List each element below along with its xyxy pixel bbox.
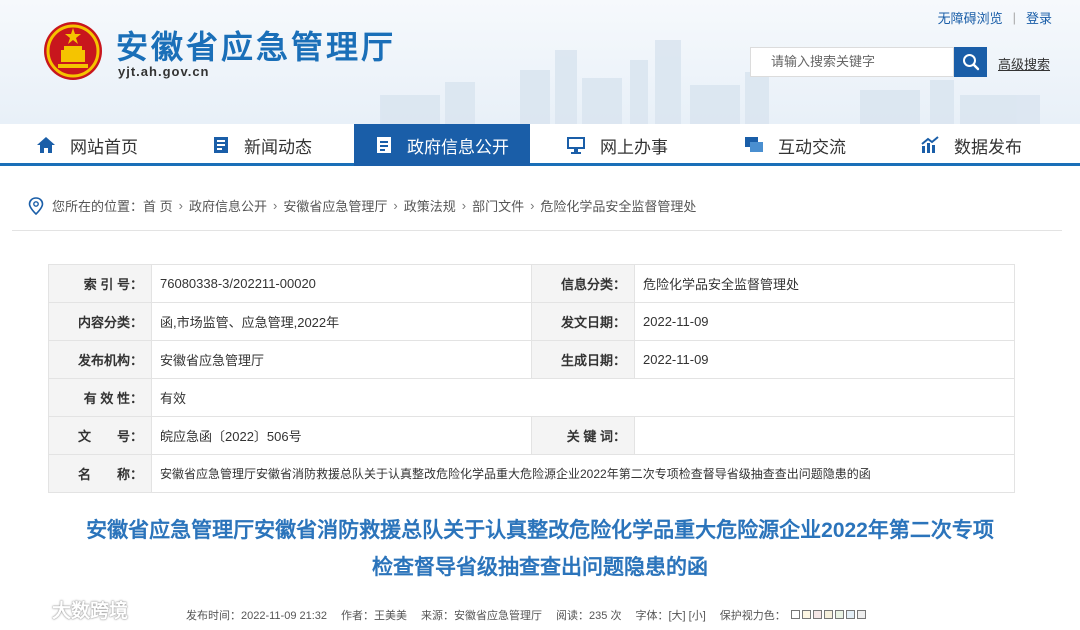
color-swatches: [790, 610, 866, 619]
table-row: 名 称： 安徽省应急管理厅安徽省消防救援总队关于认真整改危险化学品重大危险源企业…: [48, 454, 1015, 493]
news-icon: [214, 137, 228, 153]
nav-label: 网上办事: [600, 137, 668, 157]
divider: |: [1012, 10, 1016, 25]
color-swatch[interactable]: [812, 610, 822, 619]
nav-label: 互动交流: [778, 137, 846, 157]
table-row: 内容分类： 函,市场监管、应急管理,2022年 发文日期： 2022-11-09: [48, 302, 1015, 341]
author: 作者：王美美: [341, 610, 408, 622]
home-icon: [37, 137, 55, 153]
search-button[interactable]: [954, 47, 987, 77]
index-value: 76080338-3/202211-00020: [151, 264, 532, 303]
breadcrumb-separator: ›: [461, 198, 467, 213]
generated-date-label: 生成日期：: [531, 340, 635, 379]
breadcrumb-department[interactable]: 安徽省应急管理厅: [283, 196, 387, 215]
breadcrumb-separator: ›: [178, 198, 183, 213]
table-row: 发布机构： 安徽省应急管理厅 生成日期： 2022-11-09: [48, 340, 1015, 379]
nav-item-gov-info[interactable]: 政府信息公开: [354, 124, 530, 166]
color-swatch[interactable]: [856, 610, 866, 619]
breadcrumb-prefix: 您所在的位置：: [52, 199, 144, 214]
nav-item-online-service[interactable]: 网上办事: [566, 124, 668, 166]
article-title-line: 检查督导省级抽查查出问题隐患的函: [372, 556, 708, 579]
source: 来源：安徽省应急管理厅: [421, 610, 543, 622]
validity-value: 有效: [151, 378, 1015, 417]
breadcrumb-separator: ›: [530, 198, 535, 213]
chat-icon: [745, 137, 763, 152]
watermark-text: 大数跨境: [52, 601, 129, 622]
monitor-icon: [567, 137, 585, 154]
publisher-label: 发布机构：: [48, 340, 152, 379]
breadcrumb-gov-info[interactable]: 政府信息公开: [189, 196, 267, 215]
document-icon: [377, 137, 391, 153]
table-row: 索 引 号： 76080338-3/202211-00020 信息分类： 危险化…: [48, 264, 1015, 303]
category-label: 信息分类：: [531, 264, 635, 303]
article-title: 安徽省应急管理厅安徽省消防救援总队关于认真整改危险化学品重大危险源企业2022年…: [40, 512, 1040, 586]
breadcrumb-separator: ›: [273, 198, 278, 213]
nav-item-data-release[interactable]: 数据发布: [920, 124, 1022, 166]
watermark-logo-icon: [10, 601, 45, 617]
site-domain: yjt.ah.gov.cn: [118, 64, 210, 79]
breadcrumb-department-docs[interactable]: 部门文件: [472, 196, 524, 215]
name-label: 名 称：: [48, 454, 152, 493]
content-category-value: 函,市场监管、应急管理,2022年: [151, 302, 532, 341]
nav-item-home[interactable]: 网站首页: [36, 124, 138, 166]
location-pin-icon: [28, 196, 44, 215]
color-swatch[interactable]: [790, 610, 800, 619]
read-count: 阅读：235 次: [556, 610, 622, 622]
keywords-label: 关 键 词：: [531, 416, 635, 455]
issue-date-value: 2022-11-09: [634, 302, 1015, 341]
nav-item-interaction[interactable]: 互动交流: [744, 124, 846, 166]
main-nav: 网站首页 新闻动态 政府信息公开 网上办事 互动交流 数据发布: [0, 124, 1080, 166]
advanced-search-link[interactable]: 高级搜索: [998, 54, 1050, 73]
content-category-label: 内容分类：: [48, 302, 152, 341]
chart-icon: [921, 136, 939, 153]
breadcrumb-separator: ›: [393, 198, 398, 213]
site-title[interactable]: 安徽省应急管理厅: [116, 22, 396, 68]
issue-date-label: 发文日期：: [531, 302, 635, 341]
document-info-table: 索 引 号： 76080338-3/202211-00020 信息分类： 危险化…: [48, 264, 1015, 493]
table-row: 文 号： 皖应急函〔2022〕506号 关 键 词：: [48, 416, 1015, 455]
login-link[interactable]: 登录: [1026, 8, 1052, 27]
table-row: 有 效 性： 有效: [48, 378, 1015, 417]
national-emblem-logo[interactable]: [42, 20, 104, 82]
publish-time: 发布时间：2022-11-09 21:32: [186, 610, 328, 622]
font-size-control[interactable]: 字体：[大] [小]: [635, 607, 705, 623]
article-title-line: 安徽省应急管理厅安徽省消防救援总队关于认真整改危险化学品重大危险源企业2022年…: [86, 519, 994, 542]
breadcrumb-policy[interactable]: 政策法规: [404, 196, 456, 215]
site-header: 安徽省应急管理厅 yjt.ah.gov.cn 无障碍浏览 | 登录 请输入搜索关…: [0, 0, 1080, 124]
color-swatch[interactable]: [823, 610, 833, 619]
eye-protection-label: 保护视力色：: [719, 610, 786, 622]
generated-date-value: 2022-11-09: [634, 340, 1015, 379]
document-number-value: 皖应急函〔2022〕506号: [151, 416, 532, 455]
document-number-label: 文 号：: [48, 416, 152, 455]
nav-label: 政府信息公开: [407, 137, 509, 157]
breadcrumb: 您所在的位置： 首 页 › 政府信息公开 › 安徽省应急管理厅 › 政策法规 ›…: [28, 196, 696, 215]
top-links: 无障碍浏览 | 登录: [938, 8, 1052, 27]
name-value: 安徽省应急管理厅安徽省消防救援总队关于认真整改危险化学品重大危险源企业2022年…: [151, 454, 1015, 493]
color-swatch[interactable]: [845, 610, 855, 619]
divider: [12, 230, 1062, 231]
search-icon: [962, 54, 979, 71]
nav-item-news[interactable]: 新闻动态: [212, 124, 312, 166]
nav-label: 网站首页: [70, 137, 138, 157]
accessibility-link[interactable]: 无障碍浏览: [938, 8, 1003, 27]
validity-label: 有 效 性：: [48, 378, 152, 417]
category-value: 危险化学品安全监督管理处: [634, 264, 1015, 303]
nav-label: 数据发布: [954, 137, 1022, 157]
keywords-value: [634, 416, 1015, 455]
color-swatch[interactable]: [834, 610, 844, 619]
nav-label: 新闻动态: [244, 137, 312, 157]
watermark: 大数跨境: [8, 596, 128, 623]
breadcrumb-home[interactable]: 首 页: [143, 196, 173, 215]
color-swatch[interactable]: [801, 610, 811, 619]
eye-protection-control: 保护视力色：: [720, 607, 866, 623]
article-meta: 发布时间：2022-11-09 21:32 作者：王美美 来源：安徽省应急管理厅…: [186, 607, 866, 623]
index-label: 索 引 号：: [48, 264, 152, 303]
search-input[interactable]: 请输入搜索关键字: [750, 47, 954, 77]
publisher-value: 安徽省应急管理厅: [151, 340, 532, 379]
breadcrumb-current[interactable]: 危险化学品安全监督管理处: [540, 196, 696, 215]
